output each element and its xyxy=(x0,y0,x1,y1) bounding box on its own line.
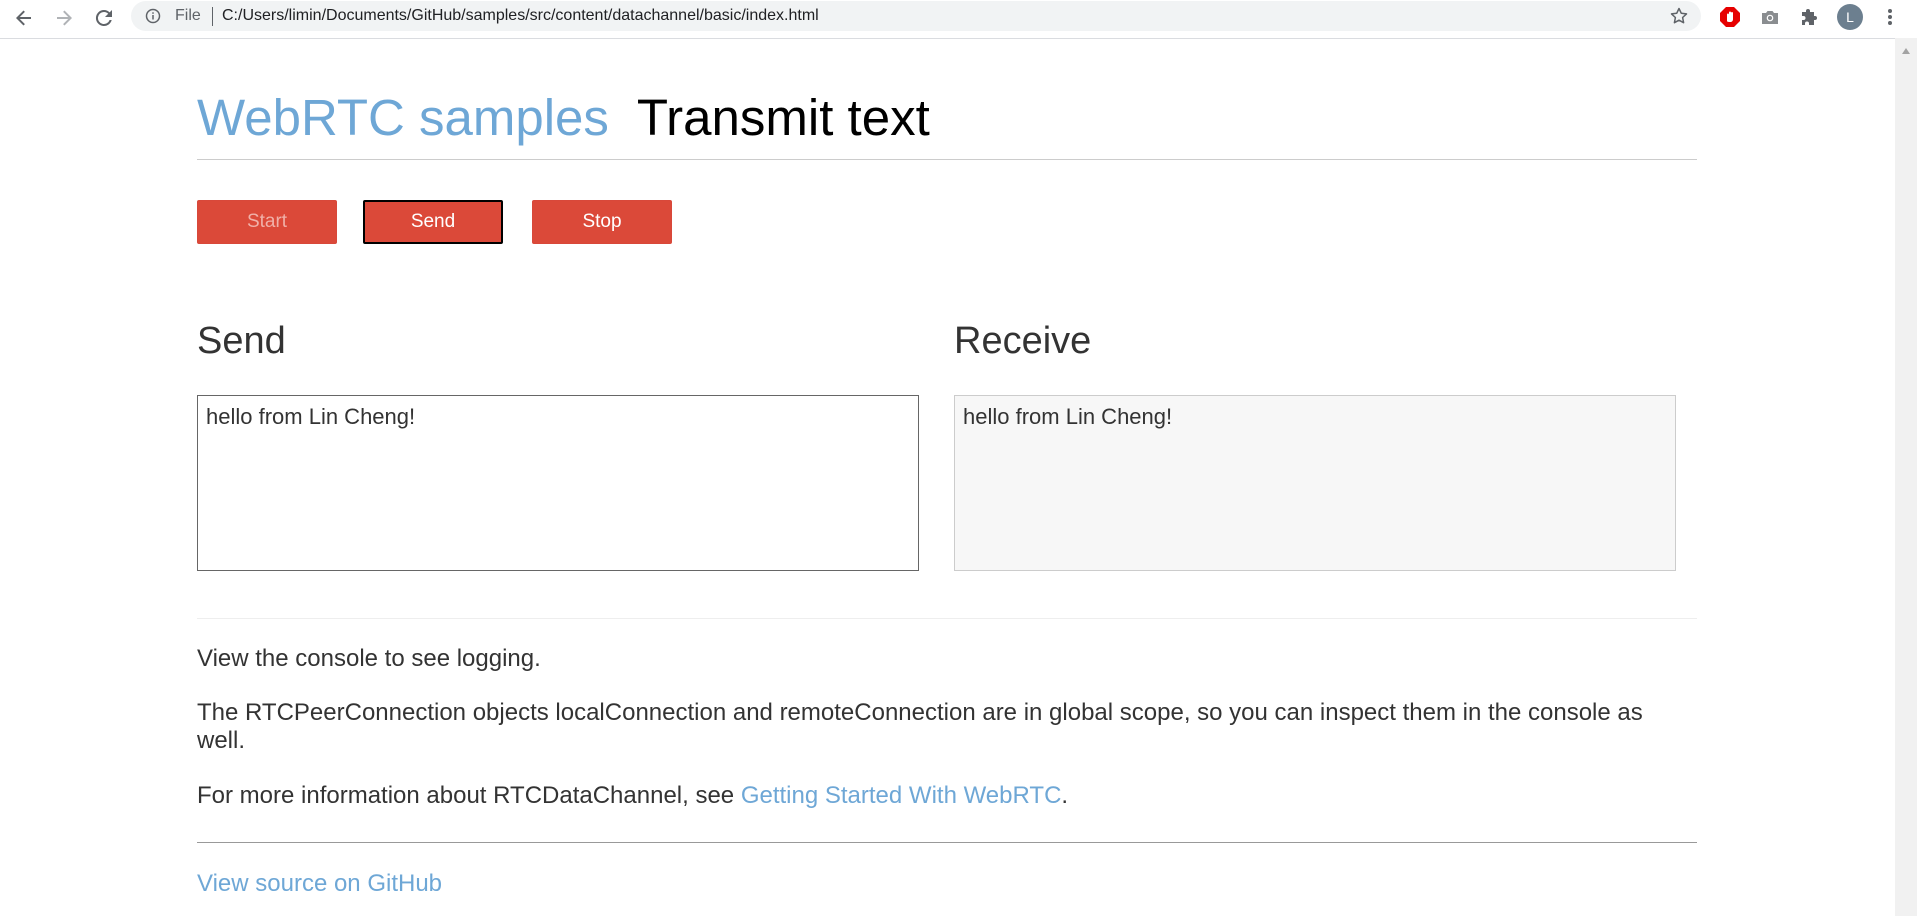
profile-avatar[interactable]: L xyxy=(1837,4,1863,30)
arrow-left-icon xyxy=(16,10,31,26)
url-text[interactable]: C:/Users/limin/Documents/GitHub/samples/… xyxy=(222,8,819,24)
content-divider xyxy=(197,618,1697,619)
header-divider xyxy=(197,159,1697,160)
receive-heading: Receive xyxy=(954,320,1092,362)
scheme-label: File xyxy=(175,7,201,24)
scope-note: The RTCPeerConnection objects localConne… xyxy=(197,699,1643,754)
send-button[interactable]: Send xyxy=(363,200,503,244)
scroll-up-arrow-icon[interactable] xyxy=(1901,47,1911,55)
send-textarea[interactable]: hello from Lin Cheng! xyxy=(197,395,919,571)
stop-button[interactable]: Stop xyxy=(532,200,672,244)
kebab-menu-icon[interactable] xyxy=(1878,5,1902,29)
page-header: WebRTC samples Transmit text xyxy=(197,88,930,148)
camera-extension-icon[interactable] xyxy=(1758,5,1782,29)
reload-button[interactable] xyxy=(90,4,118,32)
footer: View source on GitHub xyxy=(197,870,1697,898)
send-heading: Send xyxy=(197,320,286,362)
bookmark-star-icon[interactable] xyxy=(1669,6,1689,26)
adblock-extension-icon[interactable] xyxy=(1718,5,1742,29)
footer-divider xyxy=(197,842,1697,843)
page-title: Transmit text xyxy=(636,89,930,146)
more-info-prefix: For more information about RTCDataChanne… xyxy=(197,782,741,809)
extensions-puzzle-icon[interactable] xyxy=(1798,5,1822,29)
more-info-paragraph: For more information about RTCDataChanne… xyxy=(197,782,1697,810)
reload-icon xyxy=(95,9,112,26)
info-icon[interactable] xyxy=(145,8,161,24)
arrow-right-icon xyxy=(57,10,72,26)
browser-toolbar: File C:/Users/limin/Documents/GitHub/sam… xyxy=(0,0,1917,39)
receive-textarea: hello from Lin Cheng! xyxy=(954,395,1676,571)
github-source-link[interactable]: View source on GitHub xyxy=(197,870,442,897)
webrtc-samples-link[interactable]: WebRTC samples xyxy=(197,89,609,146)
forward-button[interactable] xyxy=(50,4,78,32)
address-bar[interactable]: File C:/Users/limin/Documents/GitHub/sam… xyxy=(131,1,1701,31)
vertical-scrollbar[interactable] xyxy=(1895,38,1917,916)
back-button[interactable] xyxy=(10,4,38,32)
console-note: View the console to see logging. xyxy=(197,645,541,672)
omnibox-divider xyxy=(212,7,213,26)
getting-started-link[interactable]: Getting Started With WebRTC xyxy=(741,782,1062,809)
more-info-suffix: . xyxy=(1061,782,1069,809)
start-button[interactable]: Start xyxy=(197,200,337,244)
